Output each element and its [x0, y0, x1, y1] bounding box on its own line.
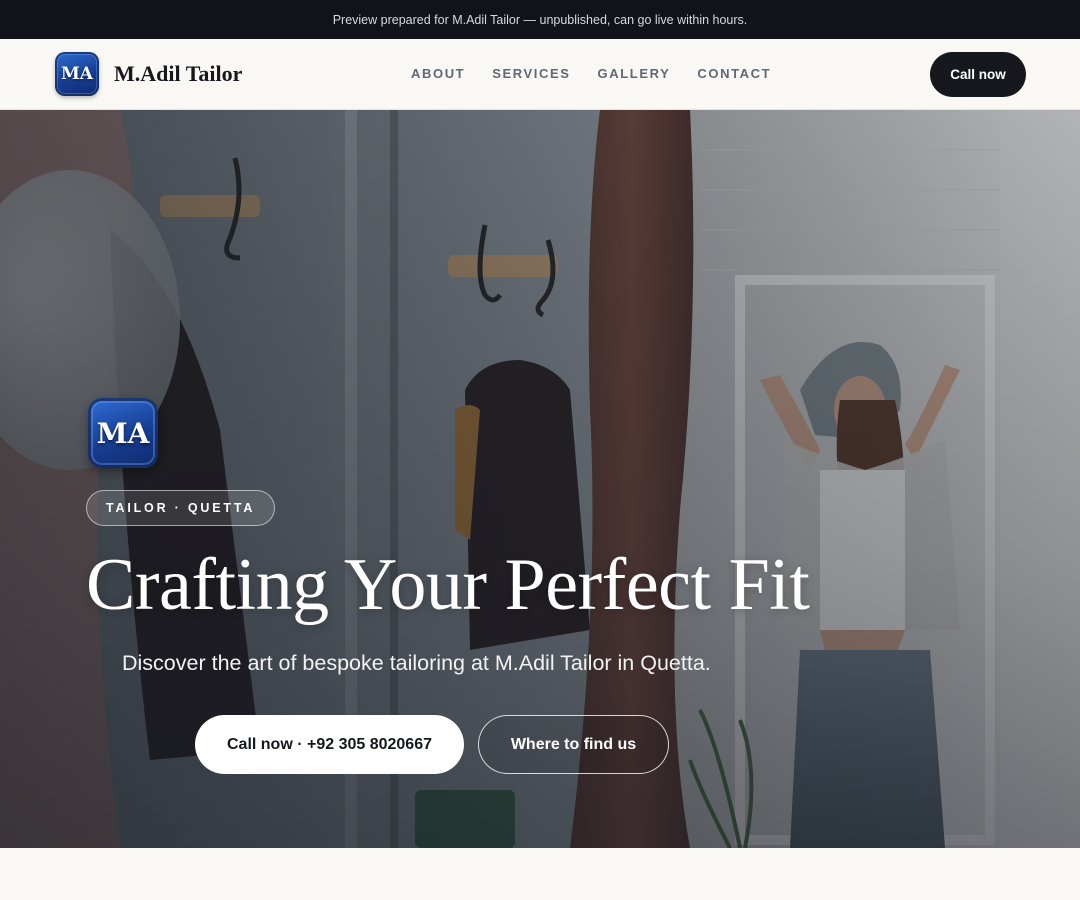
hero-eyebrow-text: TAILOR · QUETTA — [106, 501, 256, 515]
header-call-button[interactable]: Call now — [930, 52, 1026, 97]
logo-initials: MA — [60, 64, 93, 84]
nav-link-services[interactable]: SERVICES — [492, 66, 570, 81]
hero-location-button[interactable]: Where to find us — [478, 715, 669, 774]
hero-section: MA TAILOR · QUETTA Crafting Your Perfect… — [0, 110, 1080, 848]
logo-badge-icon: MA — [55, 52, 99, 96]
preview-banner-text: Preview prepared for M.Adil Tailor — unp… — [332, 12, 748, 27]
hero-logo-initials: MA — [96, 416, 150, 450]
next-section — [0, 848, 1080, 900]
brand-name: M.Adil Tailor — [114, 61, 243, 86]
main-nav: ABOUT SERVICES GALLERY CONTACT — [411, 66, 771, 81]
preview-banner: Preview prepared for M.Adil Tailor — unp… — [0, 0, 1080, 39]
brand-link[interactable]: MA M.Adil Tailor — [55, 52, 242, 96]
hero-title: Crafting Your Perfect Fit — [86, 544, 810, 626]
site-header: MA M.Adil Tailor ABOUT SERVICES GALLERY … — [0, 39, 1080, 110]
nav-link-about[interactable]: ABOUT — [411, 66, 465, 81]
hero-logo-badge-icon: MA — [88, 398, 158, 468]
nav-link-contact[interactable]: CONTACT — [697, 66, 771, 81]
hero-call-button[interactable]: Call now · +92 305 8020667 — [195, 715, 464, 774]
nav-link-gallery[interactable]: GALLERY — [598, 66, 671, 81]
hero-eyebrow-badge: TAILOR · QUETTA — [86, 490, 276, 526]
hero-subtitle: Discover the art of bespoke tailoring at… — [122, 651, 711, 675]
